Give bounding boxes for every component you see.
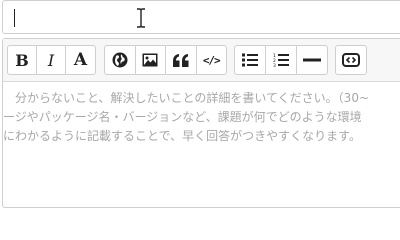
editor-toolbar: B I A </> 1 2 3 bbox=[3, 39, 400, 82]
bold-icon: B bbox=[15, 50, 29, 70]
title-input[interactable] bbox=[2, 0, 400, 34]
bullet-list-button[interactable] bbox=[235, 46, 266, 74]
italic-icon: I bbox=[47, 50, 55, 70]
bold-button[interactable]: B bbox=[8, 46, 37, 74]
list-group: 1 2 3 bbox=[234, 45, 328, 75]
horizontal-rule-button[interactable] bbox=[297, 46, 327, 74]
embed-group bbox=[335, 45, 367, 75]
placeholder-line: 分からないこと、解決したいことの詳細を書いてください。（30~ bbox=[15, 91, 370, 105]
globe-icon bbox=[112, 52, 128, 68]
quote-icon bbox=[172, 53, 189, 67]
bullet-list-icon bbox=[242, 53, 258, 67]
image-icon bbox=[142, 53, 158, 67]
code-icon: </> bbox=[202, 53, 221, 67]
heading-icon: A bbox=[73, 50, 88, 70]
link-button[interactable] bbox=[105, 46, 136, 74]
italic-button[interactable]: I bbox=[37, 46, 66, 74]
embed-icon bbox=[342, 53, 360, 67]
text-caret bbox=[14, 9, 15, 27]
embed-button[interactable] bbox=[336, 46, 366, 74]
quote-button[interactable] bbox=[166, 46, 197, 74]
text-format-group: B I A bbox=[7, 45, 96, 75]
numbered-list-icon: 1 2 3 bbox=[273, 53, 289, 68]
svg-text:3: 3 bbox=[273, 63, 276, 68]
image-button[interactable] bbox=[136, 46, 166, 74]
body-placeholder: 分からないこと、解決したいことの詳細を書いてください。（30~ ージやパッケージ… bbox=[3, 89, 400, 146]
insert-group: </> bbox=[104, 45, 227, 75]
placeholder-line: にわかるように記載することで、早く回答がつきやすくなります。 bbox=[3, 129, 361, 143]
heading-button[interactable]: A bbox=[66, 46, 95, 74]
body-editor[interactable]: B I A </> 1 2 3 分からないこと、解決したいことの詳細を書いてくだ… bbox=[2, 38, 400, 208]
code-button[interactable]: </> bbox=[197, 46, 227, 74]
numbered-list-button[interactable]: 1 2 3 bbox=[266, 46, 297, 74]
horizontal-rule-icon bbox=[303, 58, 321, 62]
placeholder-line: ージやパッケージ名・バージョンなど、課題が何でどのような環境 bbox=[3, 110, 362, 124]
